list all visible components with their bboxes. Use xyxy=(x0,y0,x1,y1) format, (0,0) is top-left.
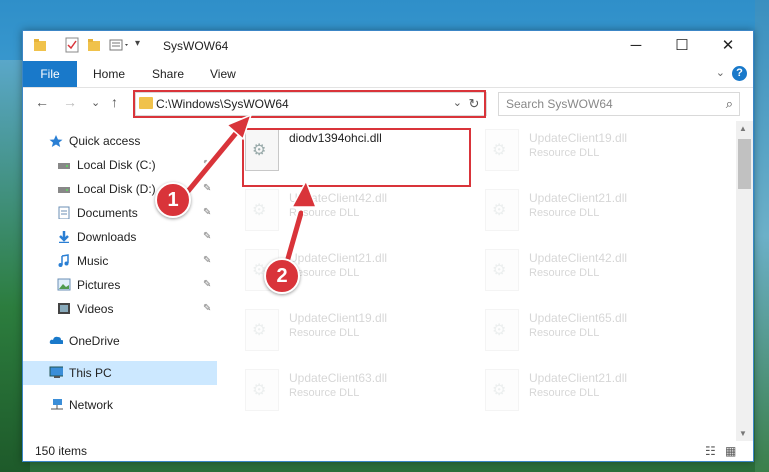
sidebar-item-videos[interactable]: Videos ✎ xyxy=(23,297,217,321)
sidebar-item-label: OneDrive xyxy=(69,334,120,348)
pin-icon[interactable]: ✎ xyxy=(203,303,211,314)
details-view-icon[interactable]: ☷ xyxy=(705,444,716,458)
sidebar-item-network[interactable]: Network xyxy=(23,393,217,417)
list-item[interactable]: ⚙ UpdateClient42.dll Resource DLL xyxy=(485,245,705,295)
list-item[interactable]: ⚙ UpdateClient63.dll Resource DLL xyxy=(245,365,465,415)
search-icon[interactable]: ⌕ xyxy=(726,96,733,112)
list-item[interactable]: ⚙ UpdateClient21.dll Resource DLL xyxy=(485,185,705,235)
explorer-window: ▾ SysWOW64 ─ ☐ ✕ File Home Share View ⌄ … xyxy=(22,30,754,462)
sidebar-item-label: Documents xyxy=(77,206,138,220)
maximize-button[interactable]: ☐ xyxy=(659,31,705,61)
file-type: Resource DLL xyxy=(529,267,600,279)
file-name: UpdateClient63.dll xyxy=(289,371,388,385)
documents-icon xyxy=(58,206,70,219)
list-item[interactable]: ⚙ UpdateClient21.dll Resource DLL xyxy=(485,365,705,415)
back-button[interactable]: ← xyxy=(35,94,49,110)
onedrive-icon xyxy=(49,336,63,344)
sidebar-item-label: Downloads xyxy=(77,230,137,244)
arrow-head-2 xyxy=(290,181,318,208)
properties-icon[interactable] xyxy=(65,37,79,53)
downloads-icon xyxy=(59,231,69,243)
dll-file-icon: ⚙ xyxy=(485,369,519,411)
file-name: UpdateClient19.dll xyxy=(289,311,388,325)
dll-file-icon: ⚙ xyxy=(485,309,519,351)
minimize-button[interactable]: ─ xyxy=(613,31,659,61)
file-name: UpdateClient21.dll xyxy=(289,251,388,265)
sidebar-item-label: Pictures xyxy=(77,278,121,292)
scroll-up-icon[interactable]: ▲ xyxy=(739,124,747,133)
file-name: UpdateClient42.dll xyxy=(529,251,628,265)
dll-file-icon: ⚙ xyxy=(485,249,519,291)
list-item[interactable]: ⚙ UpdateClient65.dll Resource DLL xyxy=(485,305,705,355)
computer-icon xyxy=(49,366,63,378)
star-icon xyxy=(49,135,63,147)
file-name: UpdateClient65.dll xyxy=(529,311,628,325)
help-icon[interactable]: ? xyxy=(732,66,747,81)
step-1-badge: 1 xyxy=(155,182,191,218)
drive-icon xyxy=(58,187,70,193)
dll-file-icon: ⚙ xyxy=(485,189,519,231)
file-type: Resource DLL xyxy=(529,387,600,399)
dll-file-icon: ⚙ xyxy=(485,129,519,171)
customize-icon[interactable] xyxy=(109,37,131,53)
list-item[interactable]: ⚙ UpdateClient19.dll Resource DLL xyxy=(245,305,465,355)
file-type: Resource DLL xyxy=(289,327,360,339)
sidebar-item-label: Local Disk (D:) xyxy=(77,182,156,196)
sidebar-item-label: Network xyxy=(69,398,114,412)
pictures-icon xyxy=(57,278,71,291)
network-icon xyxy=(51,399,63,410)
sidebar-item-label: Music xyxy=(77,254,109,268)
vertical-scrollbar[interactable]: ▲ ▼ xyxy=(736,121,753,441)
expand-ribbon-icon[interactable]: ⌄ xyxy=(716,66,725,79)
tab-file[interactable]: File xyxy=(23,61,77,87)
tab-view[interactable]: View xyxy=(210,61,236,87)
title-bar: ▾ SysWOW64 ─ ☐ ✕ xyxy=(23,31,753,61)
item-count: 150 items xyxy=(35,444,88,458)
file-type: Resource DLL xyxy=(289,387,360,399)
scroll-thumb[interactable] xyxy=(738,139,751,189)
up-button[interactable]: ↑ xyxy=(111,94,118,110)
search-input[interactable]: Search SysWOW64 xyxy=(506,97,613,111)
drive-icon xyxy=(58,163,70,169)
sidebar-item-label: This PC xyxy=(69,366,112,380)
close-button[interactable]: ✕ xyxy=(705,31,751,61)
sidebar-item-label: Quick access xyxy=(69,134,141,148)
file-type: Resource DLL xyxy=(529,207,600,219)
tab-home[interactable]: Home xyxy=(93,61,125,87)
status-bar: 150 items ☷ ▦ xyxy=(23,441,753,461)
scroll-down-icon[interactable]: ▼ xyxy=(739,429,747,438)
file-type: Resource DLL xyxy=(529,327,600,339)
large-icons-view-icon[interactable]: ▦ xyxy=(725,444,736,458)
folder-icon xyxy=(34,39,46,51)
sidebar-item-label: Videos xyxy=(77,302,114,316)
file-name: UpdateClient19.dll xyxy=(529,131,628,145)
music-icon xyxy=(58,254,69,267)
dll-file-icon: ⚙ xyxy=(245,369,279,411)
ribbon-tabs: File Home Share View ⌄ ? xyxy=(23,61,753,88)
sidebar-item-onedrive[interactable]: OneDrive xyxy=(23,329,217,353)
recent-locations-button[interactable]: ⌄ xyxy=(91,96,100,109)
forward-button[interactable]: → xyxy=(63,94,77,110)
list-item[interactable]: ⚙ UpdateClient19.dll Resource DLL xyxy=(485,125,705,175)
tab-share[interactable]: Share xyxy=(152,61,184,87)
dll-file-icon: ⚙ xyxy=(245,309,279,351)
sidebar-item-label: Local Disk (C:) xyxy=(77,158,156,172)
search-box[interactable]: Search SysWOW64 ⌕ xyxy=(498,92,740,116)
file-type: Resource DLL xyxy=(529,147,600,159)
step-2-badge: 2 xyxy=(264,258,300,294)
file-name: UpdateClient21.dll xyxy=(529,371,628,385)
quick-access-dropdown-icon[interactable]: ▾ xyxy=(135,38,140,54)
file-name: UpdateClient21.dll xyxy=(529,191,628,205)
videos-icon xyxy=(58,303,70,314)
desktop-background-right xyxy=(755,0,769,472)
new-folder-icon[interactable] xyxy=(87,37,101,53)
window-title: SysWOW64 xyxy=(163,39,229,53)
sidebar-item-this-pc[interactable]: This PC xyxy=(23,361,217,385)
